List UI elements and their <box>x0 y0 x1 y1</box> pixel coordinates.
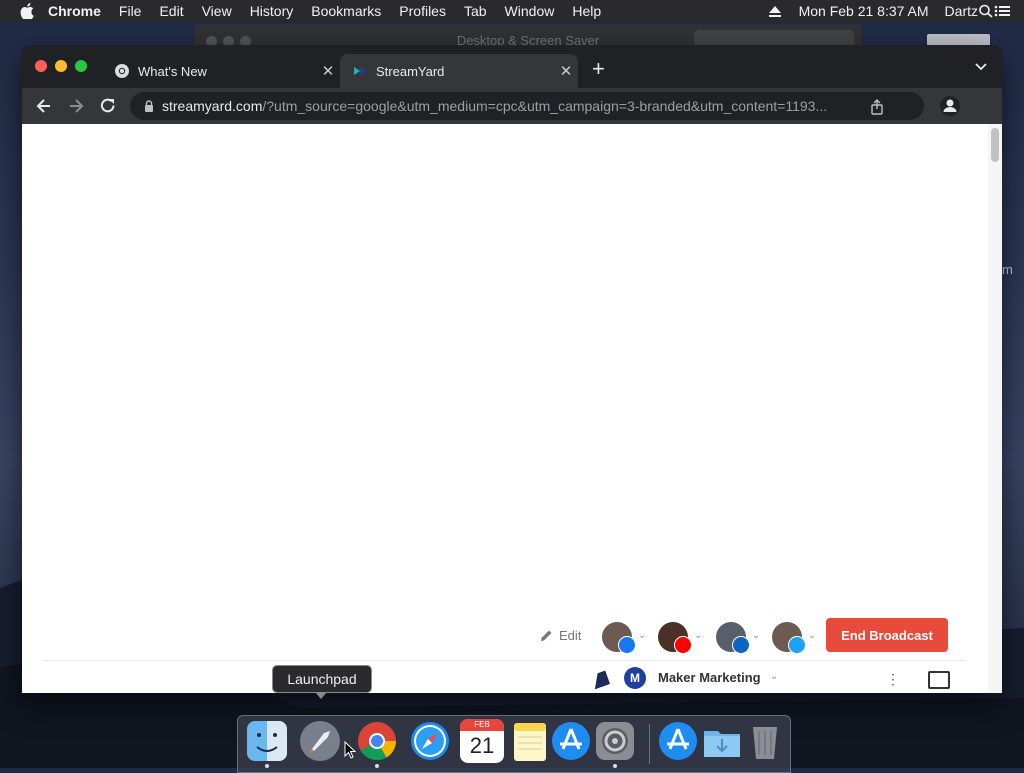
account-name[interactable]: Maker Marketing <box>658 670 761 685</box>
streamyard-favicon-icon <box>354 67 366 75</box>
eject-icon[interactable] <box>767 4 783 18</box>
app-store-downloads-icon[interactable] <box>656 719 700 763</box>
broadcast-header: Edit ⌄ ⌄ ⌄ ⌄ End Broadcast <box>44 616 966 661</box>
app-store-icon[interactable] <box>549 719 593 763</box>
dock: FEB 21 <box>237 715 791 773</box>
menu-app-name[interactable]: Chrome <box>48 0 101 22</box>
tab-search-chevron-icon[interactable] <box>974 61 988 71</box>
chrome-icon[interactable] <box>355 719 399 763</box>
forward-arrow-icon[interactable] <box>66 96 86 116</box>
chevron-down-icon[interactable]: ⌄ <box>752 630 760 641</box>
pencil-icon <box>541 630 552 641</box>
scrollbar[interactable] <box>988 124 1002 693</box>
new-tab-button[interactable]: + <box>592 58 605 80</box>
menu-file[interactable]: File <box>119 0 142 22</box>
tab-title: What's New <box>138 63 207 79</box>
arrow-decoration-icon <box>590 670 610 690</box>
account-chevron-icon[interactable]: ⌄ <box>770 671 778 682</box>
tab-title: StreamYard <box>376 63 445 79</box>
facebook-icon <box>618 636 636 654</box>
notes-icon[interactable] <box>508 719 552 763</box>
chrome-window: What's New ✕ StreamYard ✕ + streamyard.c… <box>22 45 1002 693</box>
tab-streamyard[interactable]: StreamYard ✕ <box>340 54 578 88</box>
close-tab-icon[interactable]: ✕ <box>554 62 578 80</box>
menu-bookmarks[interactable]: Bookmarks <box>311 0 381 22</box>
mouse-pointer-icon <box>344 741 356 759</box>
more-options-icon[interactable]: ⋮ <box>886 671 900 688</box>
chat-icon[interactable] <box>928 671 950 689</box>
chevron-down-icon[interactable]: ⌄ <box>808 630 816 641</box>
profile-icon[interactable] <box>940 96 960 116</box>
calendar-day: 21 <box>469 733 495 758</box>
window-controls <box>35 60 95 72</box>
edit-label: Edit <box>559 628 582 643</box>
menu-user[interactable]: Dartz <box>945 3 978 19</box>
edit-button[interactable]: Edit <box>540 628 581 643</box>
maximize-window-button[interactable] <box>75 60 87 72</box>
menu-view[interactable]: View <box>202 0 232 22</box>
broadcast-subheader: M Maker Marketing ⌄ ⋮ <box>44 661 966 693</box>
destination-twitter[interactable]: ⌄ <box>772 622 816 654</box>
menu-history[interactable]: History <box>250 0 294 22</box>
linkedin-icon <box>732 636 750 654</box>
trash-icon[interactable] <box>743 719 787 763</box>
menu-profiles[interactable]: Profiles <box>399 0 446 22</box>
running-indicator <box>613 764 617 768</box>
dock-separator <box>649 724 650 764</box>
url-path: /?utm_source=google&utm_medium=cpc&utm_c… <box>262 98 828 114</box>
lock-icon[interactable] <box>144 100 154 112</box>
destination-facebook[interactable]: ⌄ <box>602 622 646 654</box>
menu-edit[interactable]: Edit <box>159 0 183 22</box>
browser-toolbar: streamyard.com /?utm_source=google&utm_m… <box>22 88 1002 124</box>
safari-icon[interactable] <box>408 719 452 763</box>
menu-window[interactable]: Window <box>505 0 555 22</box>
destination-linkedin[interactable]: ⌄ <box>716 622 760 654</box>
reload-icon[interactable] <box>98 96 118 116</box>
menu-datetime[interactable]: Mon Feb 21 8:37 AM <box>799 3 929 19</box>
running-indicator <box>265 764 269 768</box>
downloads-folder-icon[interactable] <box>700 719 744 763</box>
back-arrow-icon[interactable] <box>34 96 54 116</box>
url-host: streamyard.com <box>162 98 263 114</box>
menu-help[interactable]: Help <box>572 0 601 22</box>
youtube-icon <box>674 636 692 654</box>
menu-bar: Chrome File Edit View History Bookmarks … <box>0 0 1024 22</box>
spotlight-search-icon[interactable] <box>978 4 994 18</box>
tab-strip: What's New ✕ StreamYard ✕ + <box>22 45 1002 88</box>
page-viewport: Edit ⌄ ⌄ ⌄ ⌄ End Broadcast M Maker Marke… <box>22 124 1002 693</box>
address-bar[interactable]: streamyard.com /?utm_source=google&utm_m… <box>130 92 924 120</box>
menu-tab[interactable]: Tab <box>464 0 487 22</box>
chevron-down-icon[interactable]: ⌄ <box>694 630 702 641</box>
notification-center-icon[interactable] <box>994 4 1010 18</box>
tab-whats-new[interactable]: What's New ✕ <box>102 54 340 88</box>
end-broadcast-button[interactable]: End Broadcast <box>826 618 948 652</box>
background-side-text: m <box>1002 262 1013 277</box>
minimize-window-button[interactable] <box>55 60 67 72</box>
account-avatar[interactable]: M <box>624 667 646 689</box>
destination-youtube[interactable]: ⌄ <box>658 622 702 654</box>
launchpad-icon[interactable] <box>298 719 342 763</box>
close-window-button[interactable] <box>35 60 47 72</box>
system-preferences-icon[interactable] <box>593 719 637 763</box>
close-tab-icon[interactable]: ✕ <box>316 62 340 80</box>
chrome-favicon-icon <box>115 64 129 78</box>
twitter-icon <box>788 636 806 654</box>
running-indicator <box>375 764 379 768</box>
apple-menu-icon[interactable] <box>20 3 34 19</box>
scrollbar-thumb[interactable] <box>991 128 999 162</box>
calendar-month: FEB <box>460 719 504 731</box>
calendar-icon[interactable]: FEB 21 <box>460 719 504 763</box>
chevron-down-icon[interactable]: ⌄ <box>638 630 646 641</box>
share-icon[interactable] <box>870 99 884 115</box>
dock-tooltip: Launchpad <box>272 665 372 699</box>
finder-icon[interactable] <box>245 719 289 763</box>
